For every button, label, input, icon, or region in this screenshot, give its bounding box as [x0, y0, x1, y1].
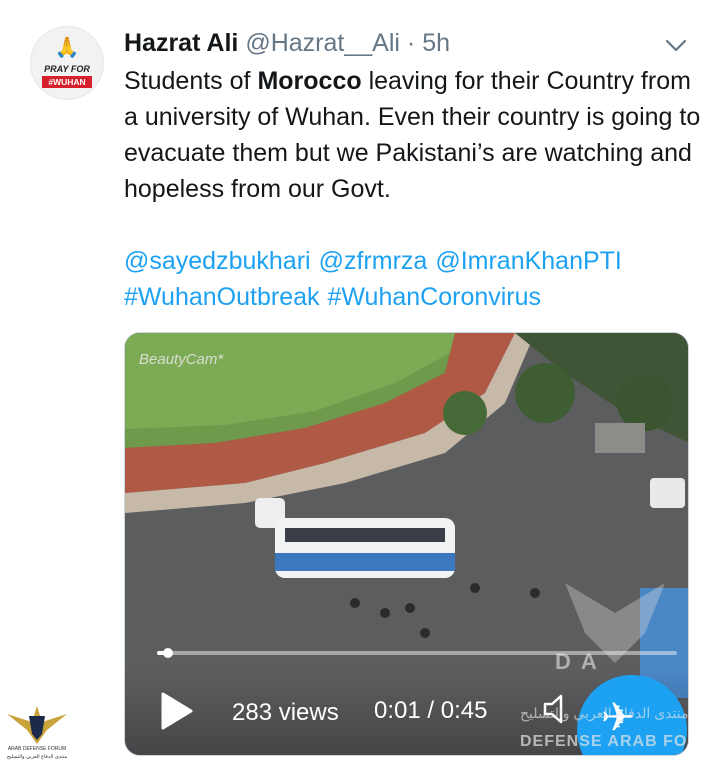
hashtag-link[interactable]: #WuhanOutbreak [124, 283, 320, 311]
tweet-text-bold: Morocco [257, 67, 362, 95]
avatar-line2: #WUHAN [42, 76, 92, 88]
mention-link[interactable]: @ImranKhanPTI [435, 247, 622, 275]
separator-dot: · [406, 29, 416, 57]
video-time: 0:01 / 0:45 [374, 697, 487, 725]
current-time: 0:01 [374, 697, 421, 724]
hashtag-link[interactable]: #WuhanCoronvirus [328, 283, 542, 311]
praying-hands-icon: 🙏 [54, 37, 80, 59]
video-progress-bar[interactable] [157, 648, 677, 658]
play-icon[interactable] [159, 691, 195, 731]
time-separator: / [420, 697, 441, 724]
mention-link[interactable]: @sayedzbukhari [124, 247, 311, 275]
tweet-text-start: Students of [124, 67, 258, 95]
video-watermark: BeautyCam* [139, 351, 224, 368]
forum-logo: ARAB DEFENSE FORUM منتدى الدفاع العربي و… [2, 702, 72, 762]
duration: 0:45 [440, 697, 488, 724]
chevron-down-icon[interactable] [664, 36, 688, 56]
author-handle[interactable]: @Hazrat__Ali [245, 29, 400, 57]
forum-logo-line2: منتدى الدفاع العربي والتسليح [6, 754, 68, 760]
tweet-header: Hazrat Ali @Hazrat__Ali · 5h [124, 29, 450, 58]
forum-logo-line1: ARAB DEFENSE FORUM [7, 746, 67, 752]
view-count: 283 views [232, 699, 339, 726]
tweet-text: Students of Morocco leaving for their Co… [124, 63, 704, 207]
tweet-links: @sayedzbukhari @zfrmrza @ImranKhanPTI #Wuh… [124, 243, 704, 315]
video-player[interactable]: BeautyCam* DA 283 views 0:01 / 0:45 ✈ من… [124, 332, 689, 756]
avatar-line1: PRAY FOR [44, 64, 90, 74]
author-name[interactable]: Hazrat Ali [124, 29, 238, 57]
avatar[interactable]: 🙏 PRAY FOR #WUHAN [30, 26, 104, 100]
overlay-arabic-text: منتدى الدفاع العربي والتسليح [520, 705, 689, 721]
eagle-shield-icon [7, 706, 67, 744]
overlay-forum-text: DEFENSE ARAB FOR [520, 733, 689, 750]
tweet-time[interactable]: 5h [422, 29, 450, 57]
mention-link[interactable]: @zfrmrza [319, 247, 428, 275]
